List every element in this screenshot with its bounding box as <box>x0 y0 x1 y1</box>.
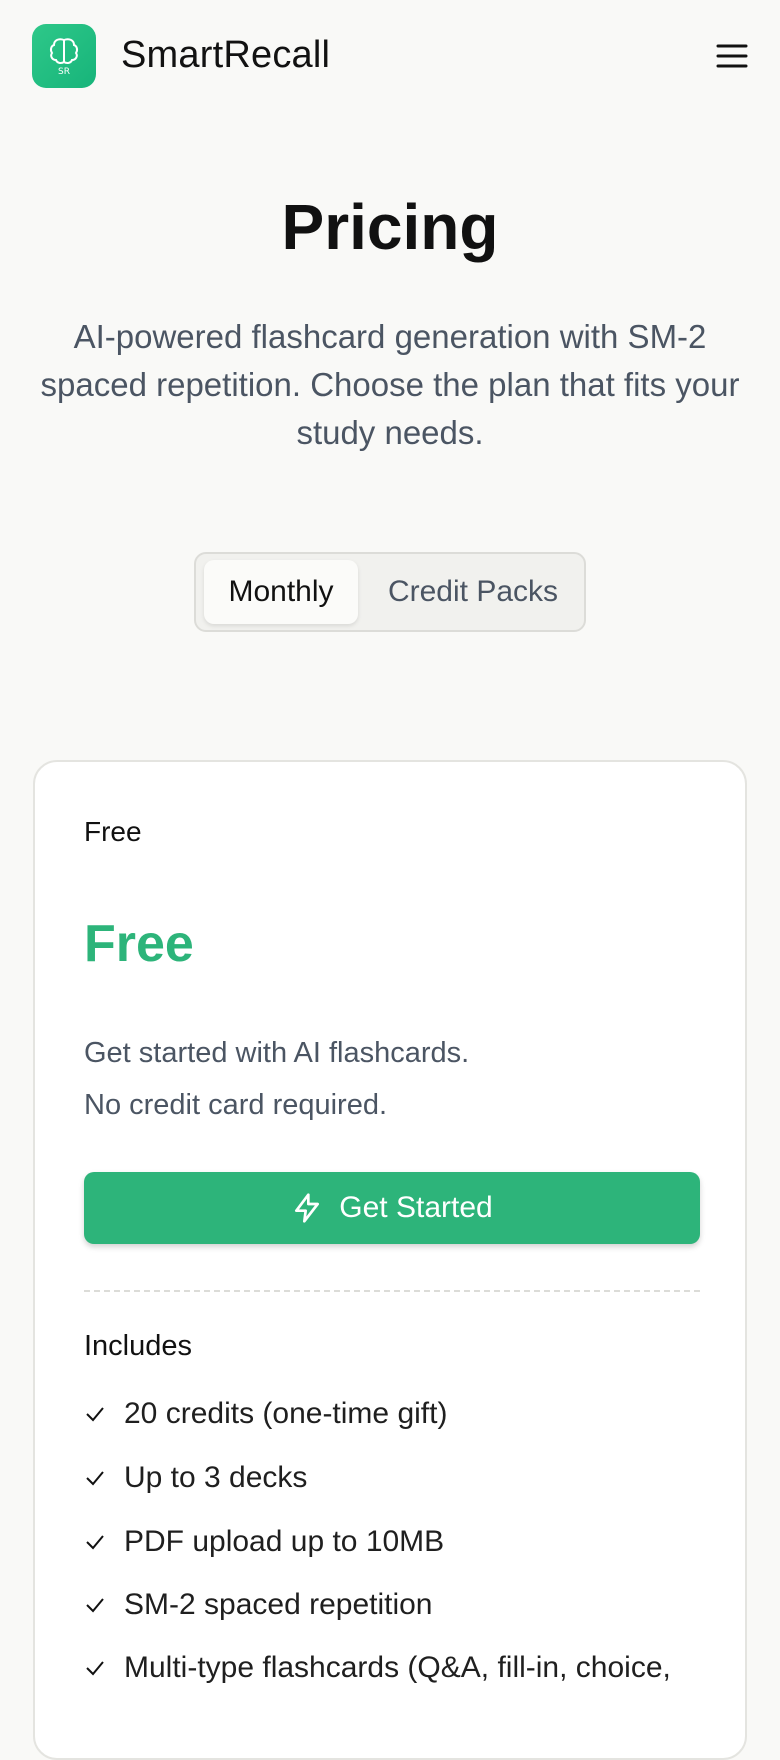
card-divider <box>84 1290 700 1292</box>
feature-item: PDF upload up to 10MB <box>84 1522 444 1562</box>
check-icon <box>86 1661 104 1676</box>
check-icon <box>86 1598 104 1613</box>
brain-icon: SR <box>49 38 79 77</box>
page-subtitle: AI-powered flashcard generation with SM-… <box>40 318 740 451</box>
get-started-button[interactable]: Get Started <box>84 1172 700 1244</box>
lightning-icon <box>295 1193 320 1223</box>
feature-item: 20 credits (one-time gift) <box>84 1394 447 1434</box>
check-icon <box>86 1535 104 1550</box>
plan-name: Free <box>84 816 142 847</box>
plan-card-free: Free Free Get started with AI flashcards… <box>33 760 747 1760</box>
feature-item: SM-2 spaced repetition <box>84 1585 433 1625</box>
logo-text: SR <box>58 67 70 77</box>
menu-button[interactable] <box>712 36 752 76</box>
plan-description-line2: No credit card required. <box>84 1089 388 1121</box>
app-header: SR SmartRecall <box>0 0 780 116</box>
feature-item: Multi-type flashcards (Q&A, fill-in, cho… <box>84 1648 671 1688</box>
get-started-label: Get Started <box>339 1191 493 1224</box>
check-icon <box>86 1407 104 1422</box>
feature-label: SM-2 spaced repetition <box>124 1588 433 1621</box>
check-icon <box>86 1471 104 1486</box>
feature-label: 20 credits (one-time gift) <box>124 1397 448 1430</box>
toggle-monthly[interactable]: Monthly <box>204 560 358 624</box>
toggle-credit-packs[interactable]: Credit Packs <box>368 560 578 624</box>
feature-item: Up to 3 decks <box>84 1458 307 1498</box>
feature-label: Up to 3 decks <box>124 1461 308 1494</box>
app-logo[interactable]: SR <box>32 24 96 88</box>
page-title: Pricing <box>281 191 499 263</box>
feature-label: PDF upload up to 10MB <box>124 1525 445 1558</box>
plan-price: Free <box>84 915 194 973</box>
brand-name[interactable]: SmartRecall <box>121 34 330 77</box>
billing-toggle: Monthly Credit Packs <box>194 552 586 632</box>
plan-description-line1: Get started with AI flashcards. <box>84 1037 470 1069</box>
feature-label: Multi-type flashcards (Q&A, fill-in, cho… <box>124 1651 671 1684</box>
includes-title: Includes <box>84 1330 193 1362</box>
hamburger-menu-icon <box>716 44 748 68</box>
